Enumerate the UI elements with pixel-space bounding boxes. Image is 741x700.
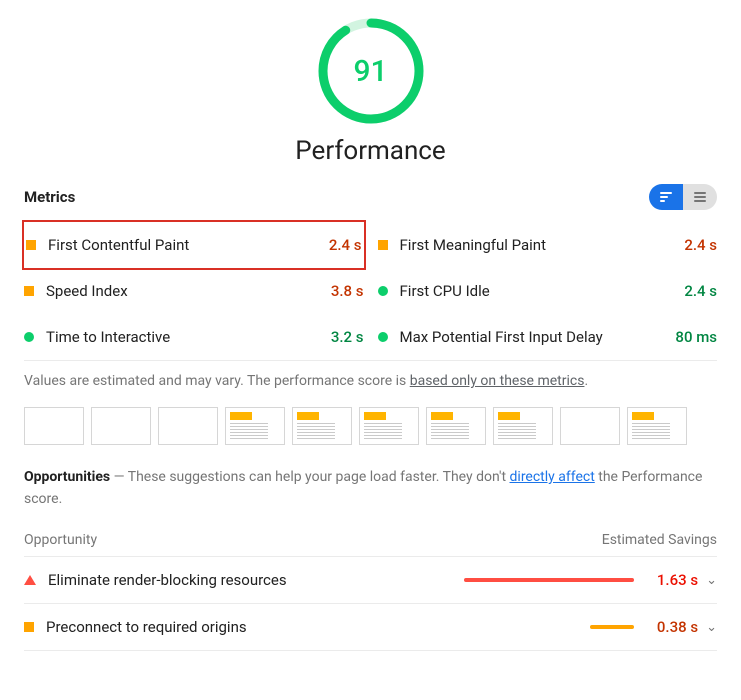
view-toggle [649, 184, 717, 210]
score-gauge: 91 Performance [24, 16, 717, 166]
filmstrip-frame [24, 407, 84, 445]
triangle-icon [24, 575, 36, 585]
metric-label: First Meaningful Paint [400, 236, 685, 254]
metric-value: 2.4 s [684, 236, 717, 254]
gauge-score-value: 91 [316, 16, 426, 126]
opportunities-intro: Opportunities — These suggestions can he… [24, 467, 717, 522]
opportunity-label: Eliminate render-blocking resources [48, 571, 454, 589]
circle-icon [378, 332, 388, 342]
savings-bar [590, 625, 634, 629]
filmstrip-frame [627, 407, 687, 445]
opportunities-intro-prefix: — These suggestions can help your page l… [110, 469, 509, 485]
metric-row: Speed Index3.8 s [24, 268, 364, 314]
metric-row: Max Potential First Input Delay80 ms [378, 314, 718, 360]
circle-icon [24, 332, 34, 342]
filmstrip-frame [560, 407, 620, 445]
square-icon [24, 622, 34, 632]
metric-row: First Contentful Paint2.4 s [22, 220, 366, 270]
chevron-down-icon[interactable]: ⌄ [706, 620, 717, 635]
toggle-compact-button[interactable] [649, 184, 683, 210]
filmstrip-frame [426, 407, 486, 445]
toggle-expanded-button[interactable] [683, 184, 717, 210]
metrics-heading: Metrics [24, 188, 75, 206]
metric-value: 3.8 s [331, 282, 364, 300]
opportunities-header-row: Opportunity Estimated Savings [24, 522, 717, 557]
metric-row: Time to Interactive3.2 s [24, 314, 364, 360]
filmstrip-frame [225, 407, 285, 445]
estimated-savings-col-label: Estimated Savings [602, 532, 717, 548]
filmstrip-frame [359, 407, 419, 445]
gauge-title: Performance [295, 136, 445, 166]
metric-value: 80 ms [675, 328, 717, 346]
opportunity-row[interactable]: Preconnect to required origins 0.38 s ⌄ [24, 604, 717, 651]
note-link[interactable]: based only on these metrics [410, 373, 585, 389]
filmstrip-frame [292, 407, 352, 445]
metric-label: Time to Interactive [46, 328, 331, 346]
savings-bar-wrap [454, 578, 634, 582]
chevron-down-icon[interactable]: ⌄ [706, 573, 717, 588]
metric-row: First CPU Idle2.4 s [378, 268, 718, 314]
square-icon [26, 240, 36, 250]
metric-label: First Contentful Paint [48, 236, 329, 254]
metrics-grid: First Contentful Paint2.4 sFirst Meaning… [24, 222, 717, 360]
opportunities-list: Eliminate render-blocking resources 1.63 … [24, 557, 717, 651]
filmstrip-frame [158, 407, 218, 445]
bars-left-icon [660, 192, 672, 202]
metrics-note: Values are estimated and may vary. The p… [24, 361, 717, 403]
metric-value: 2.4 s [684, 282, 717, 300]
savings-bar [464, 578, 634, 582]
circle-icon [378, 286, 388, 296]
savings-value: 1.63 s [646, 571, 698, 589]
metric-value: 2.4 s [329, 236, 362, 254]
opportunity-label: Preconnect to required origins [46, 618, 454, 636]
metric-label: Speed Index [46, 282, 331, 300]
square-icon [378, 240, 388, 250]
opportunities-intro-link[interactable]: directly affect [510, 469, 595, 485]
savings-value: 0.38 s [646, 618, 698, 636]
metric-value: 3.2 s [331, 328, 364, 346]
square-icon [24, 286, 34, 296]
opportunities-title: Opportunities [24, 469, 110, 485]
note-suffix: . [584, 373, 588, 389]
note-text: Values are estimated and may vary. The p… [24, 373, 410, 389]
savings-bar-wrap [454, 625, 634, 629]
bars-icon [694, 192, 706, 202]
opportunity-row[interactable]: Eliminate render-blocking resources 1.63 … [24, 557, 717, 604]
metric-row: First Meaningful Paint2.4 s [378, 222, 718, 268]
filmstrip-frame [493, 407, 553, 445]
metric-label: Max Potential First Input Delay [400, 328, 676, 346]
filmstrip [24, 403, 717, 467]
filmstrip-frame [91, 407, 151, 445]
gauge-ring: 91 [316, 16, 426, 126]
metric-label: First CPU Idle [400, 282, 685, 300]
opportunity-col-label: Opportunity [24, 532, 97, 548]
